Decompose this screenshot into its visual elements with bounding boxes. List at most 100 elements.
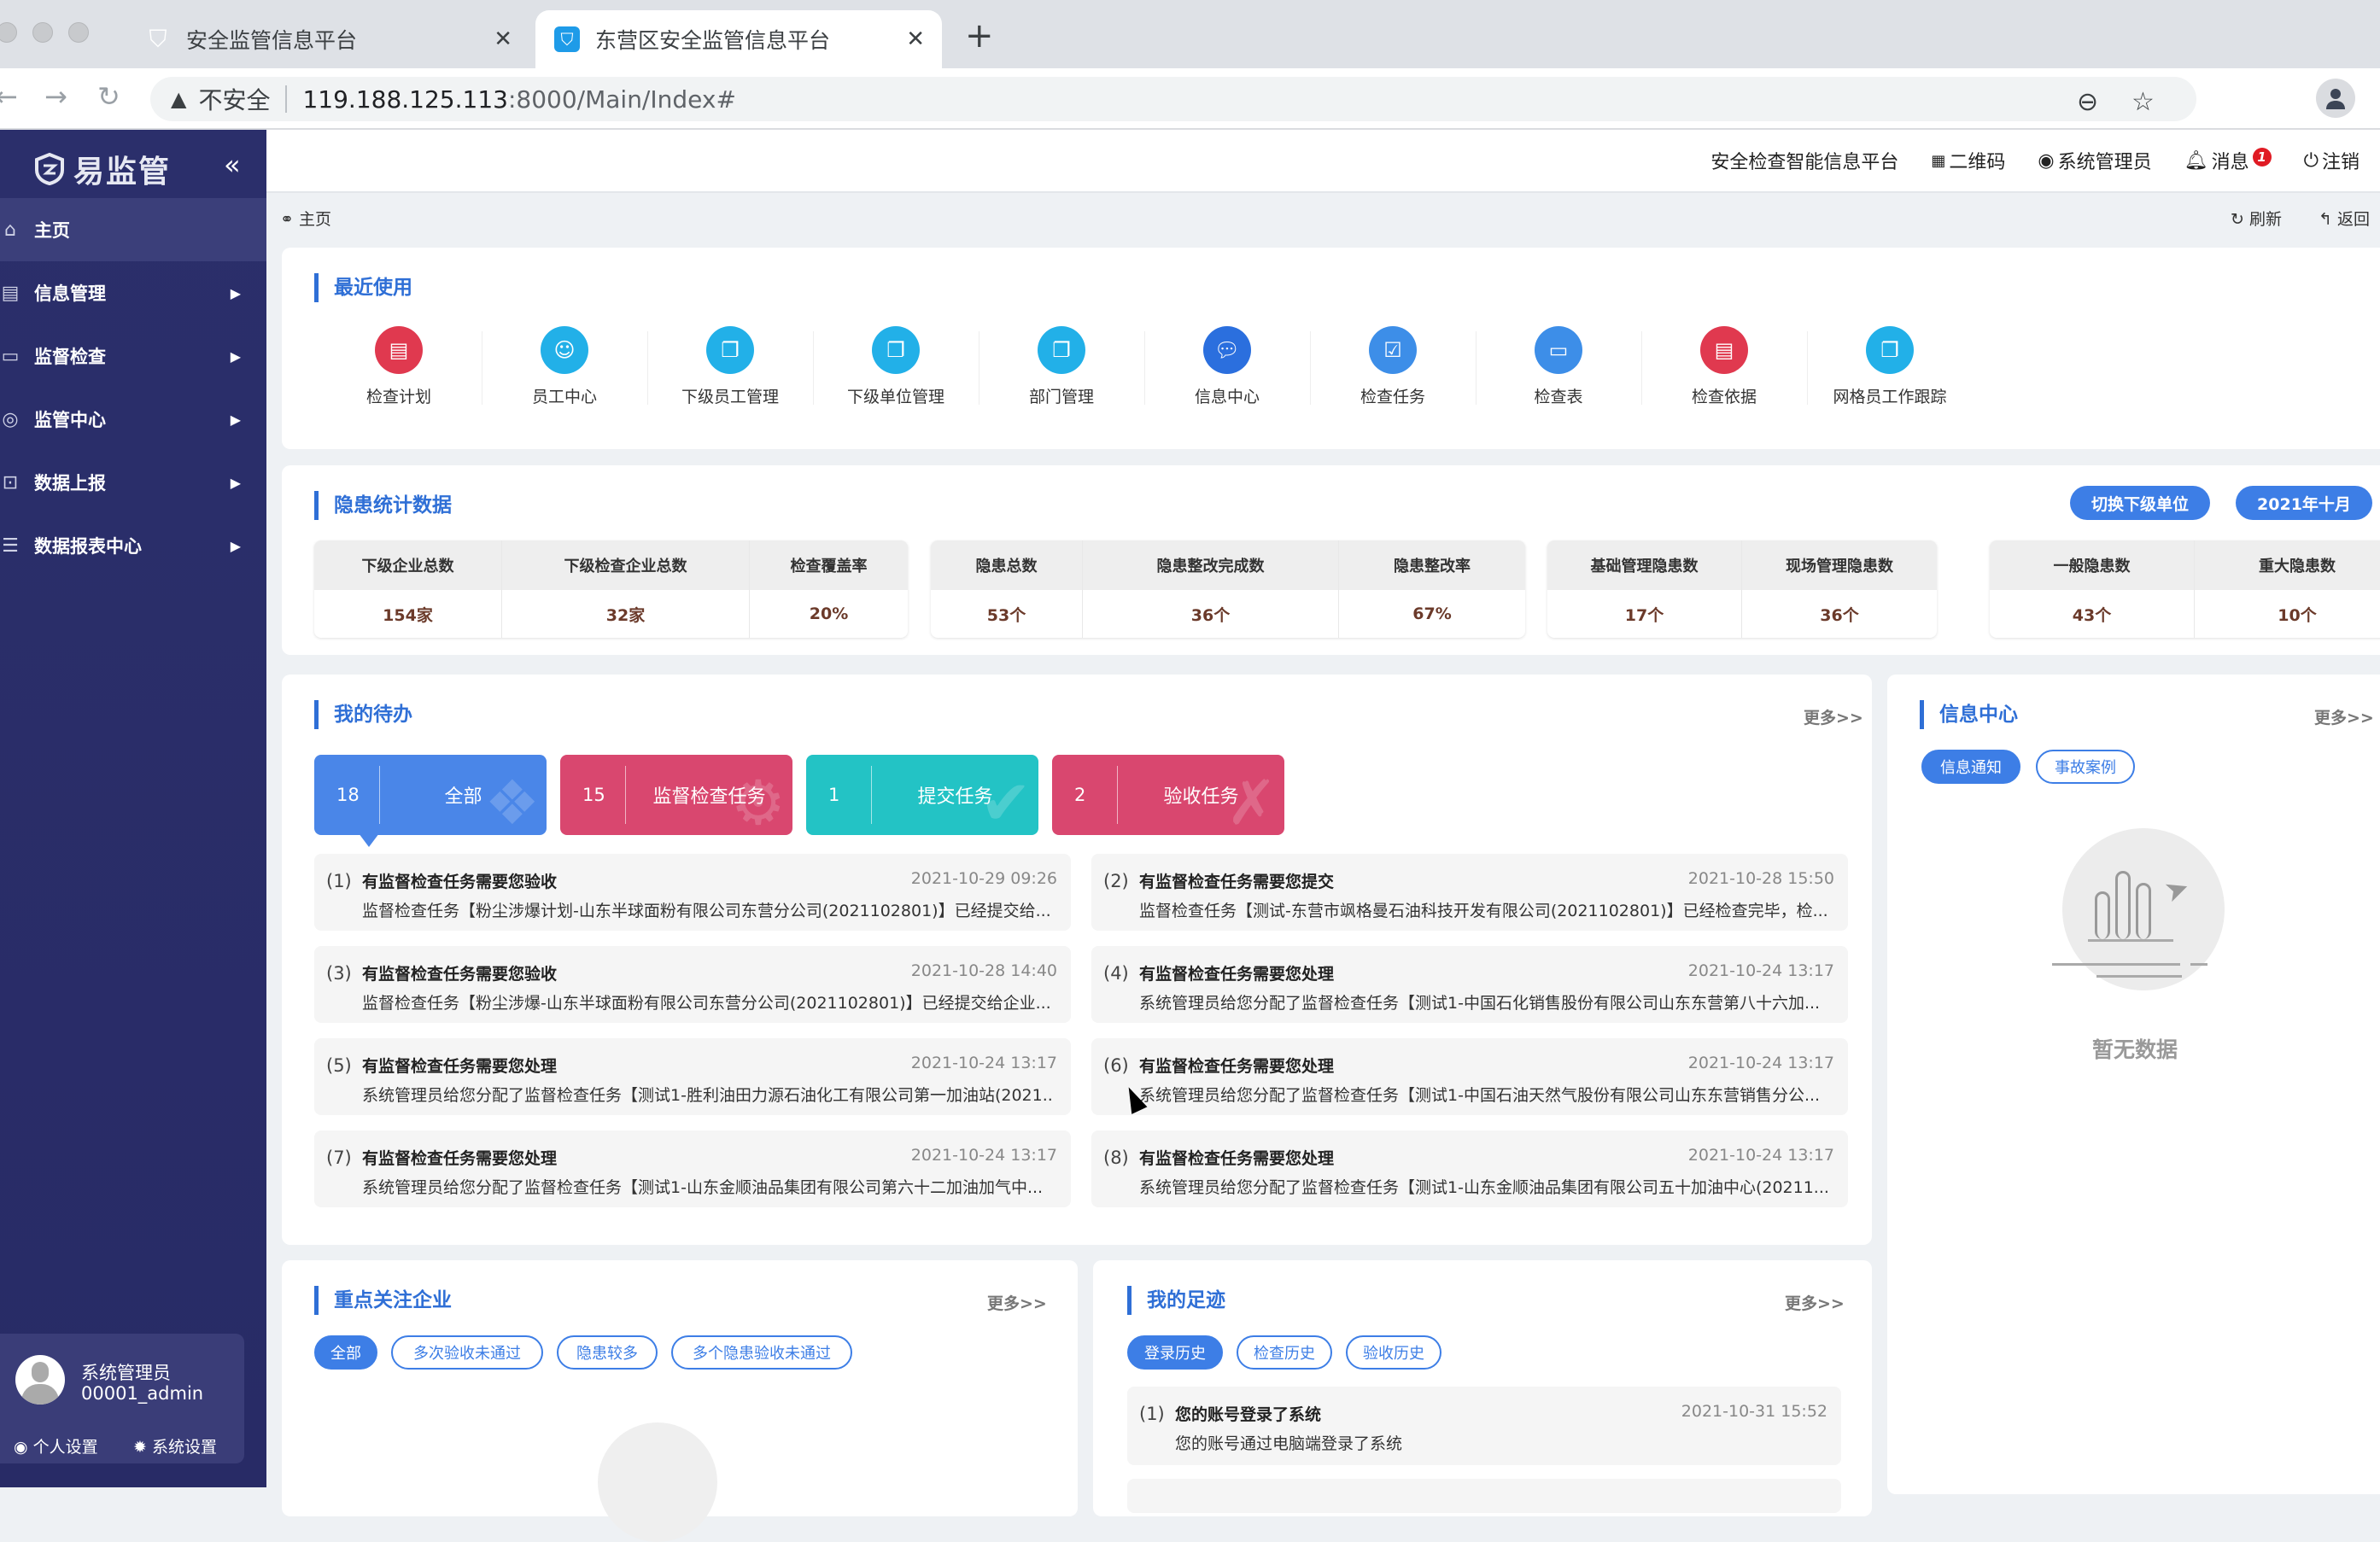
filter-chip[interactable]: 多次验收未通过 [391,1335,543,1370]
more-link[interactable]: 更多>> [2314,705,2374,728]
quick-access-item[interactable]: ❐ 下级员工管理 [647,326,813,429]
todo-item[interactable]: (2) 有监督检查任务需要您提交 2021-10-28 15:50 监督检查任务【测试… [1091,854,1848,931]
filter-chip[interactable]: 全部 [314,1335,377,1370]
tab-accident-cases[interactable]: 事故案例 [2036,750,2135,784]
section-title: 我的足迹 [1127,1286,1225,1315]
quick-access-item[interactable]: ❐ 下级单位管理 [813,326,979,429]
new-tab-button[interactable]: + [965,19,994,53]
zoom-out-icon[interactable]: ⊖ [2077,87,2098,117]
file-icon: ▤ [1700,326,1748,374]
todo-filter-tile[interactable]: 2 验收任务 ✗ [1052,755,1284,838]
back-button[interactable]: ↰ 返回 [2319,207,2370,230]
item-index: (4) [1103,963,1129,984]
messages-button[interactable]: 🔔︎ 消息 1 [2184,147,2272,174]
sidebar-item-data-report[interactable]: ⊡ 数据上报 ▶ [0,451,266,514]
system-settings-link[interactable]: ✹ 系统设置 [133,1434,217,1457]
window-maximize-button[interactable] [68,22,89,43]
quick-access-item[interactable]: ☑ 检查任务 [1310,326,1476,429]
more-link[interactable]: 更多>> [1804,705,1863,728]
stat-group: 一般隐患数 43个 重大隐患数 10个 [1990,540,2380,638]
quick-access-item[interactable]: ▤ 检查计划 [316,326,482,429]
baseline [2096,975,2182,978]
personal-settings-label: 个人设置 [32,1438,98,1457]
stat-value: 53个 [986,605,1026,625]
quick-access-item[interactable]: ☺ 员工中心 [482,326,647,429]
todo-item[interactable]: (1) 有监督检查任务需要您验收 2021-10-29 09:26 监督检查任务【粉尘… [314,854,1071,931]
stat-cell: 隐患整改完成数 36个 [1083,540,1339,638]
stat-value: 154家 [383,605,433,625]
tab-close-icon[interactable]: ✕ [494,26,512,52]
stat-cell: 隐患总数 53个 [931,540,1083,638]
footprint-item[interactable] [1127,1479,1841,1513]
todo-item[interactable]: (5) 有监督检查任务需要您处理 2021-10-24 13:17 系统管理员给您分配… [314,1038,1071,1115]
filter-chip[interactable]: 验收历史 [1346,1335,1441,1370]
todo-filter-tile[interactable]: 18 全部 ❖ [314,755,547,847]
todo-filter-tile[interactable]: 1 提交任务 ✔ [806,755,1038,838]
browser-tab-active[interactable]: ⛉ 东营区安全监管信息平台 ✕ [535,10,942,68]
filter-chip[interactable]: 登录历史 [1127,1335,1223,1370]
sidebar-item-info-management[interactable]: ▤ 信息管理 ▶ [0,261,266,324]
item-index: (7) [326,1148,352,1168]
quick-access-item[interactable]: ▭ 检查表 [1476,326,1641,429]
stat-cell: 一般隐患数 43个 [1990,540,2195,638]
link-icon: ⚭ [280,210,294,229]
footprint-item[interactable]: (1) 您的账号登录了系统 2021-10-31 15:52 您的账号通过电脑端… [1127,1387,1841,1465]
tab-title: 安全监管信息平台 [186,28,358,53]
filter-chip[interactable]: 多个隐患验收未通过 [671,1335,852,1370]
quick-access-item[interactable]: ❐ 网格员工作跟踪 [1807,326,1973,429]
breadcrumb[interactable]: ⚭ 主页 [280,207,331,230]
more-link[interactable]: 更多>> [987,1291,1047,1314]
todo-item[interactable]: (3) 有监督检查任务需要您验收 2021-10-28 14:40 监督检查任务【粉尘… [314,946,1071,1023]
browser-tab-inactive[interactable]: ⛉ 安全监管信息平台 ✕ [128,10,529,68]
reload-icon[interactable]: ↻ [97,80,120,113]
sidebar-item-supervision-center[interactable]: ◎ 监管中心 ▶ [0,388,266,451]
more-link[interactable]: 更多>> [1785,1291,1845,1314]
sidebar-item-supervision-inspection[interactable]: ▭ 监督检查 ▶ [0,324,266,388]
stat-label: 一般隐患数 [1990,540,2194,590]
reply-arrow-icon: ↰ [2319,210,2332,229]
personal-settings-link[interactable]: ◉ 个人设置 [14,1434,98,1457]
profile-avatar[interactable] [2316,79,2355,118]
todo-item[interactable]: (6) 有监督检查任务需要您处理 2021-10-24 13:17 系统管理员给您分配… [1091,1038,1848,1115]
refresh-button[interactable]: ↻ 刷新 [2231,207,2282,230]
filter-chip[interactable]: 检查历史 [1237,1335,1332,1370]
tile-count: 1 [828,785,840,805]
header-user-label: 系统管理员 [2057,152,2152,173]
quick-access-item[interactable]: ❐ 部门管理 [979,326,1144,429]
divider [285,85,288,113]
stat-cell: 检查覆盖率 20% [750,540,908,638]
collapse-sidebar-button[interactable]: « [224,149,241,181]
item-time: 2021-10-24 13:17 [910,1054,1057,1072]
sidebar-item-report-center[interactable]: ☰ 数据报表中心 ▶ [0,514,266,577]
quick-access-item[interactable]: ▤ 检查依据 [1641,326,1807,429]
quick-access-label: 员工中心 [531,388,597,406]
qrcode-icon: ▦ [1931,151,1946,170]
todo-item[interactable]: (4) 有监督检查任务需要您处理 2021-10-24 13:17 系统管理员给您分配… [1091,946,1848,1023]
address-bar[interactable]: ▲ 不安全 119.188.125.113:8000/Main/Index# ⊖… [150,77,2196,121]
item-title: 有监督检查任务需要您处理 [1139,1057,1335,1076]
todo-item[interactable]: (7) 有监督检查任务需要您处理 2021-10-24 13:17 系统管理员给您分配… [314,1130,1071,1207]
stat-value: 43个 [2072,605,2112,625]
switch-subunit-button[interactable]: 切换下级单位 [2070,486,2210,520]
logout-button[interactable]: ⏻ 注销 [2304,147,2360,174]
month-picker-button[interactable]: 2021年十月 [2236,486,2372,520]
stat-group: 下级企业总数 154家 下级检查企业总数 32家 检查覆盖率 20% [314,540,908,638]
bookmark-star-icon[interactable]: ☆ [2131,87,2155,117]
quick-access-label: 检查依据 [1691,388,1757,406]
forward-arrow-icon[interactable]: → [44,80,67,113]
item-index: (2) [1103,871,1129,891]
focus-enterprise-panel: 重点关注企业 更多>> 全部 多次验收未通过 隐患较多 多个隐患验收未通过 [282,1260,1078,1542]
user-menu[interactable]: ◉ 系统管理员 [2038,147,2151,174]
back-arrow-icon[interactable]: ← [0,80,18,113]
todo-filter-tile[interactable]: 15 监督检查任务 ⚙ [560,755,792,838]
filter-chip[interactable]: 隐患较多 [557,1335,658,1370]
window-minimize-button[interactable] [32,22,53,43]
sidebar-item-home[interactable]: ⌂ 主页 [0,198,266,261]
qrcode-button[interactable]: ▦ 二维码 [1931,147,2005,174]
tab-info-notice[interactable]: 信息通知 [1921,750,2020,784]
window-close-button[interactable] [0,22,17,43]
warning-icon: ▲ [171,87,187,111]
tab-close-icon[interactable]: ✕ [906,26,925,52]
quick-access-item[interactable]: 💬︎ 信息中心 [1144,326,1310,429]
todo-item[interactable]: (8) 有监督检查任务需要您处理 2021-10-24 13:17 系统管理员给您分配… [1091,1130,1848,1207]
